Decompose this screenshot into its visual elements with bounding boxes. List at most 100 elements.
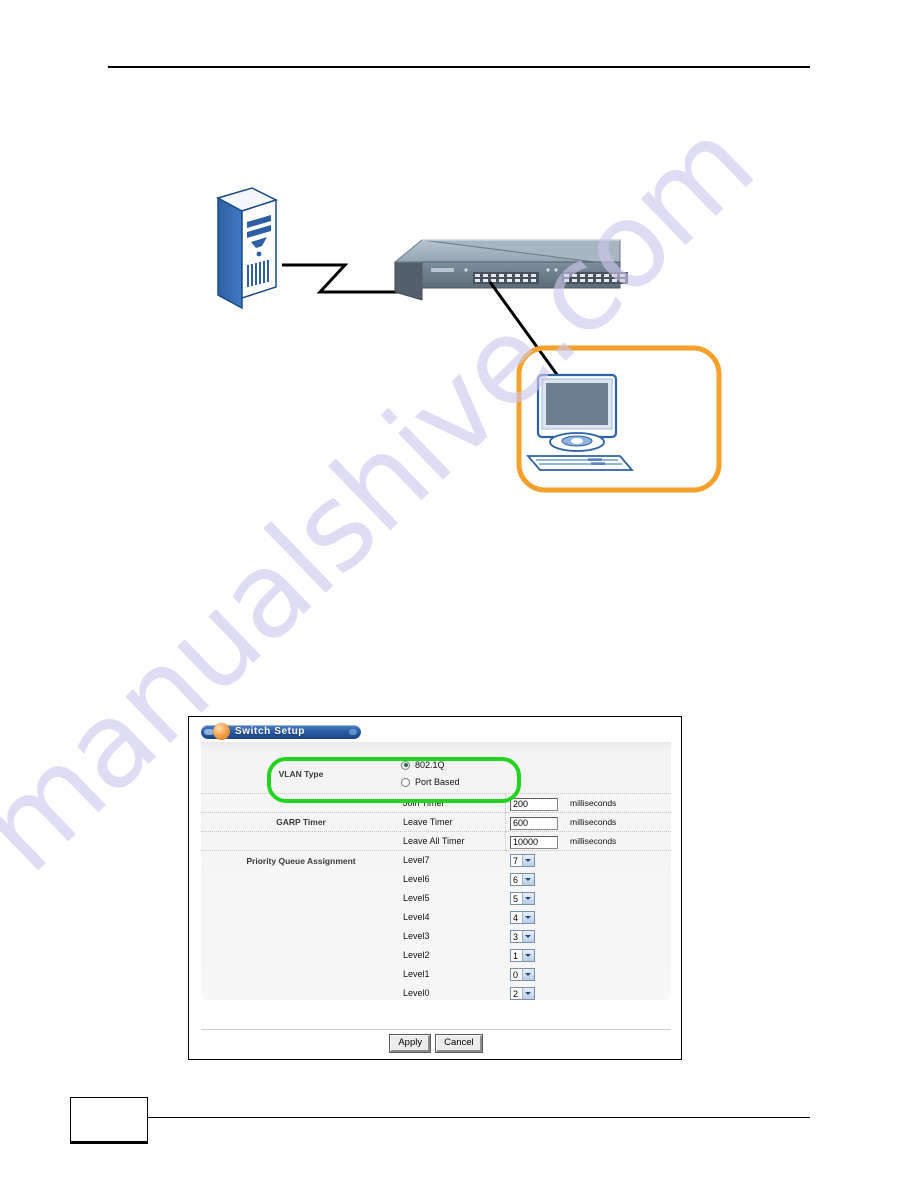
leave-all-timer-input[interactable] — [510, 836, 558, 849]
leave-timer-label: Leave Timer — [401, 812, 506, 832]
priority-level7-row: Priority Queue Assignment Level7 7 — [201, 851, 671, 870]
join-timer-label: Join Timer — [401, 793, 506, 813]
radio-icon[interactable] — [401, 777, 410, 787]
computer-icon — [526, 373, 634, 471]
priority-level6-row: Level6 6 — [201, 870, 671, 889]
priority-filler-4 — [201, 932, 401, 942]
chevron-down-icon[interactable] — [522, 854, 534, 866]
join-timer-input[interactable] — [510, 798, 558, 811]
level7-label: Level7 — [403, 855, 430, 865]
radio-icon[interactable] — [401, 760, 410, 770]
switch-icon — [393, 239, 628, 301]
level4-value: 4 — [513, 912, 519, 923]
vlan-type-options: 802.1Q Port Based — [401, 757, 460, 791]
header-rule — [108, 66, 810, 68]
form-rows: VLAN Type 802.1Q Port Based Join Timer 2… — [201, 754, 671, 1003]
level1-select[interactable]: 0 — [510, 967, 535, 981]
priority-filler-5 — [201, 951, 401, 961]
priority-filler-6 — [201, 970, 401, 980]
priority-level1-row: Level1 0 — [201, 965, 671, 984]
level3-field-cell: 3 — [506, 928, 566, 946]
level3-label: Level3 — [403, 931, 430, 941]
page-number-box — [70, 1097, 148, 1144]
priority-filler-7 — [201, 989, 401, 999]
chevron-down-icon[interactable] — [522, 892, 534, 904]
priority-level3-row: Level3 3 — [201, 927, 671, 946]
priority-level0-row: Level0 2 — [201, 984, 671, 1003]
level1-label: Level1 — [403, 969, 430, 979]
page-title: Switch Setup — [235, 726, 305, 737]
level0-label: Level0 — [403, 988, 430, 998]
leave-all-timer-field-cell — [506, 832, 566, 850]
network-topology-diagram — [190, 170, 730, 500]
priority-filler-2 — [201, 894, 401, 904]
radio-label: 802.1Q — [415, 760, 445, 770]
level2-field-cell: 1 — [506, 947, 566, 965]
priority-level4-row: Level4 4 — [201, 908, 671, 927]
button-separator — [201, 1029, 671, 1030]
join-timer-field-cell — [506, 794, 566, 812]
level4-field-cell: 4 — [506, 909, 566, 927]
garp-leave-timer-row: GARP Timer Leave Timer milliseconds — [201, 812, 671, 832]
level0-select[interactable]: 2 — [510, 986, 535, 1000]
apply-button[interactable]: Apply — [390, 1035, 431, 1052]
priority-filler-1 — [201, 875, 401, 885]
server-icon — [216, 187, 278, 310]
chevron-down-icon[interactable] — [522, 911, 534, 923]
level6-label: Level6 — [403, 874, 430, 884]
priority-filler-3 — [201, 913, 401, 923]
level3-select[interactable]: 3 — [510, 929, 535, 943]
chevron-down-icon[interactable] — [522, 873, 534, 885]
radio-label: Port Based — [415, 777, 460, 787]
priority-level5-row: Level5 5 — [201, 889, 671, 908]
switch-setup-panel: Switch Setup VLAN Type 802.1Q Port Based… — [201, 723, 671, 1015]
garp-timer-label — [201, 798, 401, 808]
leave-all-timer-label: Leave All Timer — [401, 831, 506, 851]
priority-level2-row: Level2 1 — [201, 946, 671, 965]
level2-select[interactable]: 1 — [510, 948, 535, 962]
level0-value: 2 — [513, 988, 519, 999]
form-body: VLAN Type 802.1Q Port Based Join Timer 2… — [201, 742, 671, 1000]
switch-setup-screenshot: Switch Setup VLAN Type 802.1Q Port Based… — [188, 716, 682, 1060]
leave-all-timer-unit: milliseconds — [570, 836, 617, 846]
level2-label: Level2 — [403, 950, 430, 960]
level4-label: Level4 — [403, 912, 430, 922]
level1-field-cell: 0 — [506, 966, 566, 984]
priority-queue-assignment-label: Priority Queue Assignment — [246, 855, 356, 866]
level6-select[interactable]: 6 — [510, 872, 535, 886]
garp-timer-label-filler — [201, 836, 401, 846]
join-timer-unit: milliseconds — [570, 798, 617, 808]
level3-value: 3 — [513, 931, 519, 942]
garp-timer-label-main: GARP Timer — [276, 817, 326, 827]
level1-value: 0 — [513, 969, 519, 980]
link-server-switch — [282, 263, 412, 294]
level7-field-cell: 7 — [506, 852, 566, 870]
level5-label: Level5 — [403, 893, 430, 903]
level7-select[interactable]: 7 — [510, 853, 535, 867]
level5-field-cell: 5 — [506, 890, 566, 908]
panel-title-bar: Switch Setup — [201, 723, 361, 740]
chevron-down-icon[interactable] — [522, 968, 534, 980]
vlan-type-label: VLAN Type — [278, 768, 324, 779]
level6-field-cell: 6 — [506, 871, 566, 889]
orange-orb-icon — [213, 723, 230, 740]
level2-value: 1 — [513, 950, 519, 961]
footer-rule — [148, 1117, 810, 1118]
radio-option-802-1q[interactable]: 802.1Q — [401, 757, 460, 774]
chevron-down-icon[interactable] — [522, 987, 534, 999]
chevron-down-icon[interactable] — [522, 930, 534, 942]
leave-timer-field-cell — [506, 813, 566, 831]
level4-select[interactable]: 4 — [510, 910, 535, 924]
level5-select[interactable]: 5 — [510, 891, 535, 905]
chevron-down-icon[interactable] — [522, 949, 534, 961]
level0-field-cell: 2 — [506, 985, 566, 1003]
form-actions: Apply Cancel — [189, 1035, 683, 1052]
leave-timer-input[interactable] — [510, 817, 558, 830]
title-bar-right-cap — [349, 729, 357, 735]
level5-value: 5 — [513, 893, 519, 904]
radio-option-port-based[interactable]: Port Based — [401, 774, 460, 791]
leave-timer-unit: milliseconds — [570, 817, 617, 827]
level6-value: 6 — [513, 874, 519, 885]
garp-join-timer-row: Join Timer milliseconds — [201, 793, 671, 813]
cancel-button[interactable]: Cancel — [436, 1035, 482, 1052]
